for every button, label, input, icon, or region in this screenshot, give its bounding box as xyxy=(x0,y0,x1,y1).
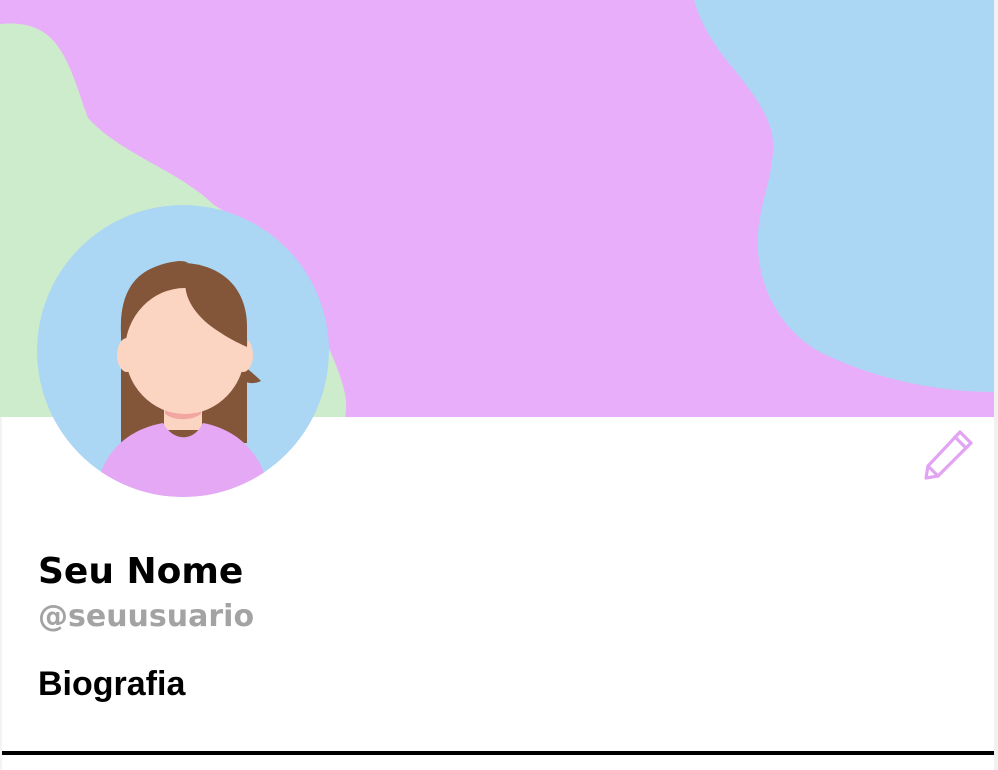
pencil-icon xyxy=(924,430,973,480)
right-border xyxy=(994,0,998,770)
username: @seuusuario xyxy=(38,599,255,634)
biography: Biografia xyxy=(38,665,186,703)
avatar[interactable] xyxy=(37,205,329,497)
profile-page: Seu Nome @seuusuario Biografia xyxy=(0,0,998,770)
bottom-divider xyxy=(0,751,994,755)
avatar-illustration xyxy=(37,205,329,497)
left-border xyxy=(0,417,2,770)
display-name: Seu Nome xyxy=(38,551,244,592)
edit-profile-button[interactable] xyxy=(920,428,974,482)
